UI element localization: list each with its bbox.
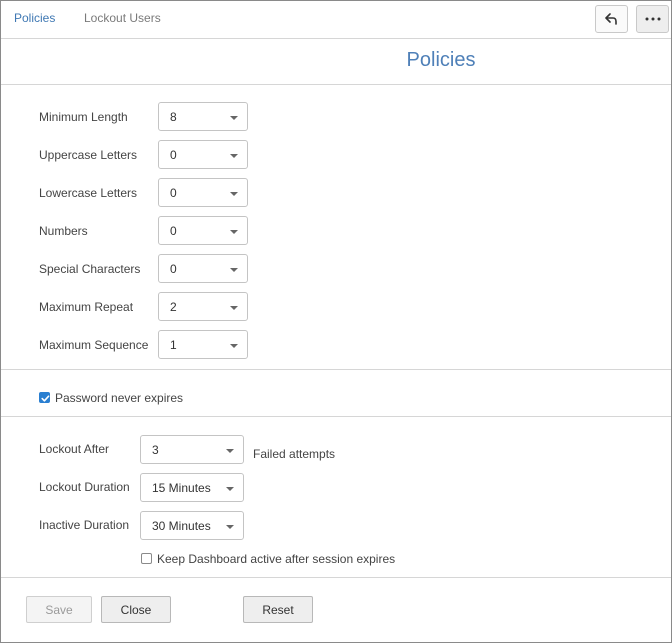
password-never-expires-checkbox[interactable] xyxy=(39,392,50,403)
reset-button[interactable]: Reset xyxy=(243,596,313,623)
numbers-select[interactable]: 0 xyxy=(158,216,248,245)
failed-attempts-label: Failed attempts xyxy=(253,447,336,461)
section-divider xyxy=(1,416,671,417)
numbers-value: 0 xyxy=(170,224,177,238)
chevron-down-icon xyxy=(226,449,234,453)
special-characters-label: Special Characters xyxy=(39,262,141,276)
policies-dialog: Policies Lockout Users Policies Minimum … xyxy=(0,0,672,643)
chevron-down-icon xyxy=(230,344,238,348)
minimum-length-value: 8 xyxy=(170,110,177,124)
maximum-sequence-value: 1 xyxy=(170,338,177,352)
lockout-after-select[interactable]: 3 xyxy=(140,435,244,464)
minimum-length-select[interactable]: 8 xyxy=(158,102,248,131)
chevron-down-icon xyxy=(230,116,238,120)
footer-divider xyxy=(1,577,671,578)
chevron-down-icon xyxy=(226,487,234,491)
special-characters-select[interactable]: 0 xyxy=(158,254,248,283)
password-never-expires-label: Password never expires xyxy=(55,391,184,405)
uppercase-letters-label: Uppercase Letters xyxy=(39,148,138,162)
lowercase-letters-select[interactable]: 0 xyxy=(158,178,248,207)
lockout-duration-value: 15 Minutes xyxy=(152,481,211,495)
lockout-duration-label: Lockout Duration xyxy=(39,480,130,494)
inactive-duration-value: 30 Minutes xyxy=(152,519,211,533)
undo-button[interactable] xyxy=(595,5,628,33)
lockout-after-value: 3 xyxy=(152,443,159,457)
uppercase-letters-value: 0 xyxy=(170,148,177,162)
top-bar: Policies Lockout Users xyxy=(1,1,671,39)
section-divider xyxy=(1,369,671,370)
save-button[interactable]: Save xyxy=(26,596,92,623)
close-button[interactable]: Close xyxy=(101,596,171,623)
chevron-down-icon xyxy=(230,230,238,234)
keep-dashboard-active-label: Keep Dashboard active after session expi… xyxy=(157,552,396,566)
maximum-repeat-select[interactable]: 2 xyxy=(158,292,248,321)
lowercase-letters-label: Lowercase Letters xyxy=(39,186,138,200)
chevron-down-icon xyxy=(230,268,238,272)
keep-dashboard-active-checkbox[interactable] xyxy=(141,553,152,564)
undo-arrow-icon xyxy=(604,13,617,25)
tab-policies[interactable]: Policies xyxy=(14,11,55,25)
tab-lockout-users[interactable]: Lockout Users xyxy=(84,11,161,25)
chevron-down-icon xyxy=(226,525,234,529)
minimum-length-label: Minimum Length xyxy=(39,110,128,124)
maximum-sequence-label: Maximum Sequence xyxy=(39,338,149,352)
chevron-down-icon xyxy=(230,192,238,196)
inactive-duration-label: Inactive Duration xyxy=(39,518,130,532)
inactive-duration-select[interactable]: 30 Minutes xyxy=(140,511,244,540)
uppercase-letters-select[interactable]: 0 xyxy=(158,140,248,169)
maximum-repeat-label: Maximum Repeat xyxy=(39,300,134,314)
maximum-sequence-select[interactable]: 1 xyxy=(158,330,248,359)
ellipsis-icon xyxy=(645,17,660,21)
maximum-repeat-value: 2 xyxy=(170,300,177,314)
page-title: Policies xyxy=(406,49,476,71)
chevron-down-icon xyxy=(230,154,238,158)
title-divider xyxy=(1,84,671,85)
numbers-label: Numbers xyxy=(39,224,88,238)
checkmark-icon xyxy=(41,395,50,402)
lockout-after-label: Lockout After xyxy=(39,442,110,456)
lockout-duration-select[interactable]: 15 Minutes xyxy=(140,473,244,502)
special-characters-value: 0 xyxy=(170,262,177,276)
more-options-button[interactable] xyxy=(636,5,669,33)
lowercase-letters-value: 0 xyxy=(170,186,177,200)
chevron-down-icon xyxy=(230,306,238,310)
